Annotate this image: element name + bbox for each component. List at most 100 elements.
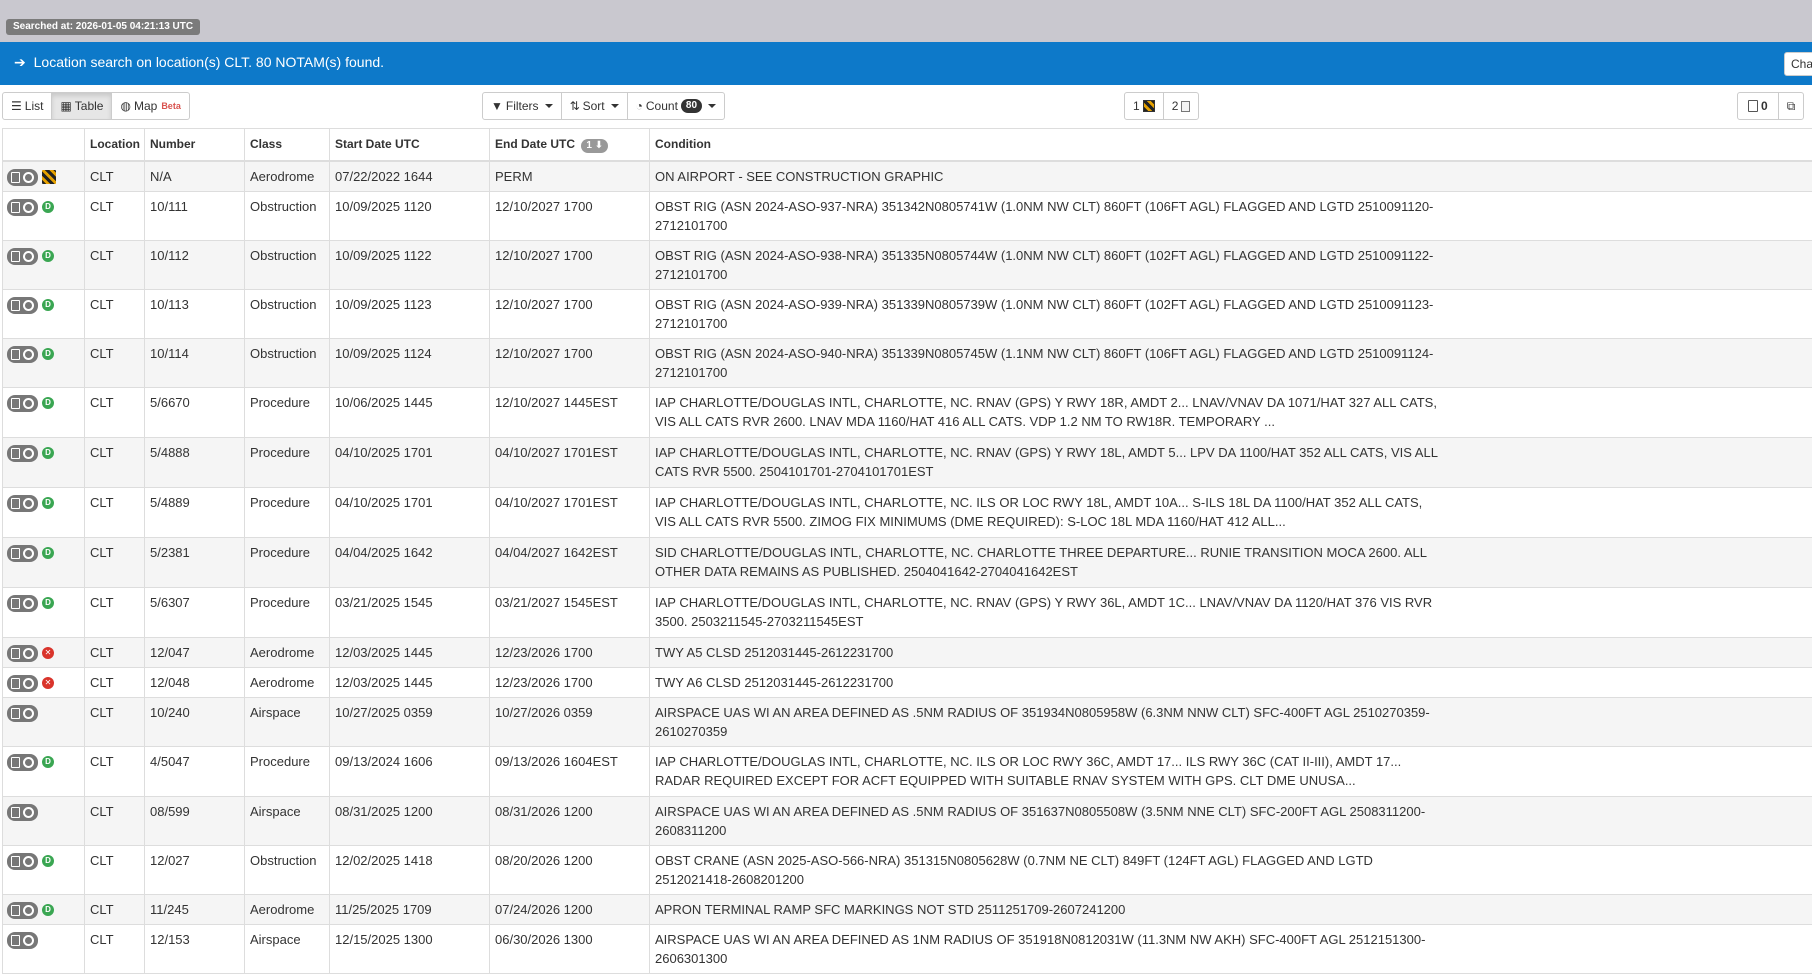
arrow-right-icon: ➔: [14, 54, 26, 70]
circle-icon[interactable]: [23, 172, 34, 183]
circle-icon[interactable]: [23, 349, 34, 360]
tab-list[interactable]: ☰ List: [2, 92, 52, 120]
cell-location: CLT: [85, 289, 145, 338]
circle-icon[interactable]: [23, 548, 34, 559]
cell-class: Aerodrome: [245, 637, 330, 667]
col-header-class[interactable]: Class: [245, 129, 330, 161]
row-action-buttons[interactable]: [7, 395, 38, 412]
sort-button[interactable]: ⇅ Sort: [561, 92, 628, 120]
row-action-buttons[interactable]: [7, 346, 38, 363]
table-row[interactable]: ✕CLT12/048Aerodrome12/03/2025 144512/23/…: [3, 667, 1812, 697]
row-action-buttons[interactable]: [7, 169, 38, 186]
pdf-icon[interactable]: [11, 678, 20, 689]
pdf-icon[interactable]: [11, 448, 20, 459]
row-action-buttons[interactable]: [7, 645, 38, 662]
pdf-icon[interactable]: [11, 349, 20, 360]
row-action-buttons[interactable]: [7, 495, 38, 512]
pdf-icon[interactable]: [11, 807, 20, 818]
row-action-buttons[interactable]: [7, 248, 38, 265]
row-action-buttons[interactable]: [7, 445, 38, 462]
pdf-icon[interactable]: [11, 757, 20, 768]
copy-button[interactable]: ⧉: [1778, 92, 1805, 120]
circle-icon[interactable]: [23, 598, 34, 609]
pdf-icon[interactable]: [11, 300, 20, 311]
table-row[interactable]: DCLT10/111Obstruction10/09/2025 112012/1…: [3, 191, 1812, 240]
pdf-icon[interactable]: [11, 598, 20, 609]
row-action-buttons[interactable]: [7, 932, 38, 949]
pdf-icon[interactable]: [11, 935, 20, 946]
circle-icon[interactable]: [23, 708, 34, 719]
row-action-buttons[interactable]: [7, 595, 38, 612]
circle-icon[interactable]: [23, 856, 34, 867]
row-action-buttons[interactable]: [7, 804, 38, 821]
row-actions: D: [3, 746, 85, 796]
col-header-end-date[interactable]: End Date UTC 1 ⬇: [490, 129, 650, 161]
row-action-buttons[interactable]: [7, 705, 38, 722]
pdf-icon[interactable]: [11, 498, 20, 509]
page-2-button[interactable]: 2: [1163, 92, 1200, 120]
banner-message: Location search on location(s) CLT. 80 N…: [34, 54, 384, 70]
cell-start-date: 12/02/2025 1418: [330, 845, 490, 894]
table-row[interactable]: CLTN/AAerodrome07/22/2022 1644PERMON AIR…: [3, 161, 1812, 192]
circle-icon[interactable]: [23, 807, 34, 818]
row-action-buttons[interactable]: [7, 902, 38, 919]
table-row[interactable]: ✕CLT12/047Aerodrome12/03/2025 144512/23/…: [3, 637, 1812, 667]
pdf-icon[interactable]: [11, 548, 20, 559]
cell-class: Procedure: [245, 437, 330, 487]
cell-class: Airspace: [245, 697, 330, 746]
row-action-buttons[interactable]: [7, 853, 38, 870]
tab-table[interactable]: ▦ Table: [51, 92, 112, 120]
col-header-location[interactable]: Location: [85, 129, 145, 161]
filters-button[interactable]: ▼ Filters: [482, 92, 562, 120]
table-row[interactable]: DCLT11/245Aerodrome11/25/2025 170907/24/…: [3, 894, 1812, 924]
pdf-icon[interactable]: [11, 251, 20, 262]
col-header-condition[interactable]: Condition: [650, 129, 1812, 161]
col-header-start-date[interactable]: Start Date UTC: [330, 129, 490, 161]
pdf-icon[interactable]: [11, 398, 20, 409]
table-row[interactable]: DCLT10/113Obstruction10/09/2025 112312/1…: [3, 289, 1812, 338]
circle-icon[interactable]: [23, 678, 34, 689]
table-row[interactable]: DCLT10/114Obstruction10/09/2025 112412/1…: [3, 338, 1812, 387]
change-search-button[interactable]: Cha: [1784, 52, 1812, 76]
count-button[interactable]: ◔ Count 80: [627, 92, 725, 120]
table-row[interactable]: CLT10/240Airspace10/27/2025 035910/27/20…: [3, 697, 1812, 746]
pdf-icon[interactable]: [11, 708, 20, 719]
col-header-number[interactable]: Number: [145, 129, 245, 161]
circle-icon[interactable]: [23, 935, 34, 946]
table-row[interactable]: DCLT12/027Obstruction12/02/2025 141808/2…: [3, 845, 1812, 894]
row-action-buttons[interactable]: [7, 297, 38, 314]
table-row[interactable]: CLT12/153Airspace12/15/2025 130006/30/20…: [3, 924, 1812, 973]
page-1-button[interactable]: 1: [1124, 92, 1164, 120]
pdf-icon[interactable]: [11, 856, 20, 867]
circle-icon[interactable]: [23, 448, 34, 459]
circle-icon[interactable]: [23, 300, 34, 311]
pdf-icon[interactable]: [11, 172, 20, 183]
table-row[interactable]: DCLT5/6670Procedure10/06/2025 144512/10/…: [3, 387, 1812, 437]
row-action-buttons[interactable]: [7, 199, 38, 216]
circle-icon[interactable]: [23, 251, 34, 262]
row-action-buttons[interactable]: [7, 545, 38, 562]
circle-icon[interactable]: [23, 498, 34, 509]
table-row[interactable]: DCLT5/2381Procedure04/04/2025 164204/04/…: [3, 537, 1812, 587]
circle-icon[interactable]: [23, 202, 34, 213]
row-action-buttons[interactable]: [7, 675, 38, 692]
tab-map[interactable]: ◍ Map Beta: [111, 92, 189, 120]
circle-icon[interactable]: [23, 905, 34, 916]
table-row[interactable]: DCLT5/4889Procedure04/10/2025 170104/10/…: [3, 487, 1812, 537]
table-row[interactable]: DCLT10/112Obstruction10/09/2025 112212/1…: [3, 240, 1812, 289]
row-action-buttons[interactable]: [7, 754, 38, 771]
cell-end-date: 07/24/2026 1200: [490, 894, 650, 924]
table-row[interactable]: DCLT4/5047Procedure09/13/2024 160609/13/…: [3, 746, 1812, 796]
top-bar: Searched at: 2026-01-05 04:21:13 UTC: [0, 0, 1812, 42]
circle-icon[interactable]: [23, 757, 34, 768]
table-row[interactable]: DCLT5/4888Procedure04/10/2025 170104/10/…: [3, 437, 1812, 487]
cell-location: CLT: [85, 240, 145, 289]
pdf-icon[interactable]: [11, 648, 20, 659]
pdf-icon[interactable]: [11, 905, 20, 916]
cell-number: 10/112: [145, 240, 245, 289]
table-row[interactable]: DCLT5/6307Procedure03/21/2025 154503/21/…: [3, 587, 1812, 637]
circle-icon[interactable]: [23, 398, 34, 409]
pdf-button[interactable]: 0: [1737, 92, 1779, 120]
pdf-icon[interactable]: [11, 202, 20, 213]
circle-icon[interactable]: [23, 648, 34, 659]
